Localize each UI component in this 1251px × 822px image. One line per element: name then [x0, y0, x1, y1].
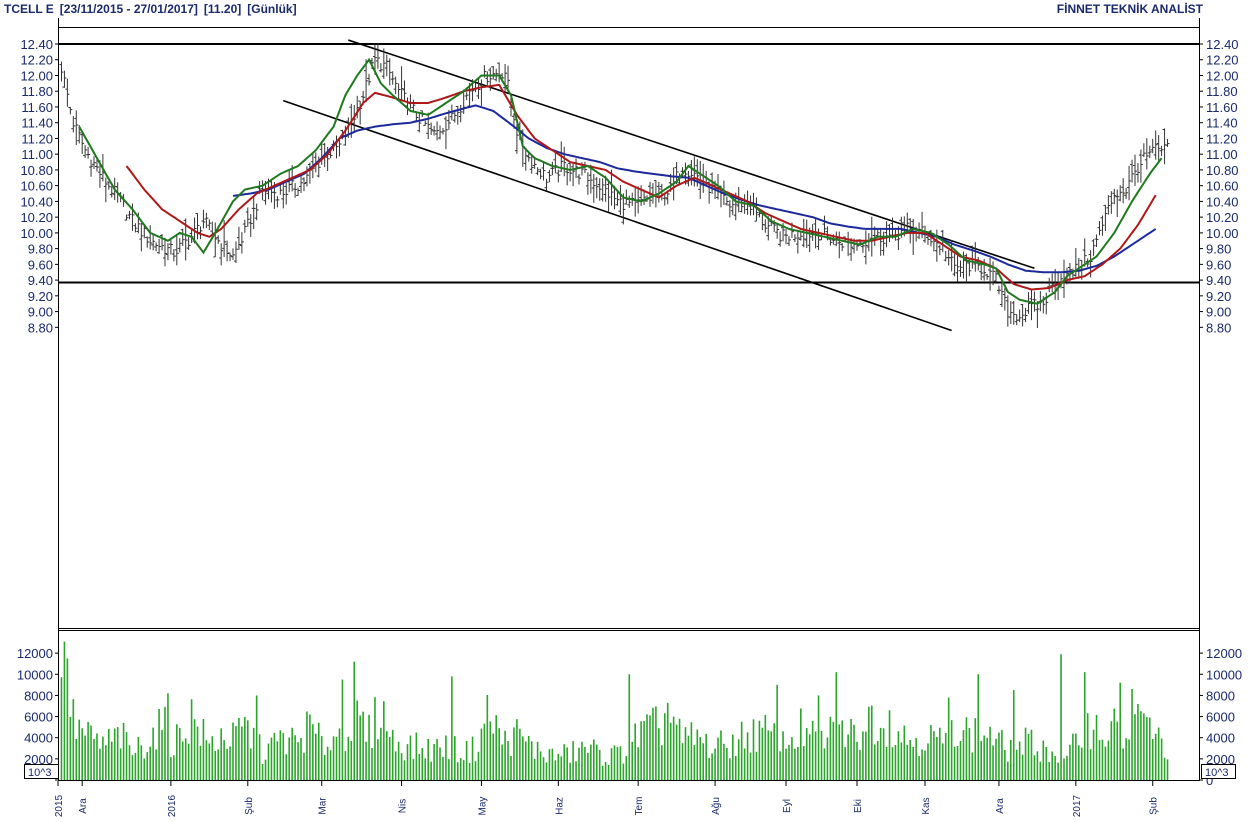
price-tick-label-left: 9.40: [28, 273, 53, 288]
ma-short-line: [78, 57, 1163, 305]
price-tick-label-right: 9.40: [1206, 273, 1231, 288]
price-bars: [59, 42, 1170, 328]
price-tick-label-right: 8.80: [1206, 320, 1231, 335]
moving-averages: [78, 57, 1163, 305]
x-tick-label: Eki: [853, 799, 864, 813]
price-tick-label-left: 9.00: [28, 305, 53, 320]
x-tick-label: 2016: [167, 794, 178, 817]
price-tick-label-left: 10.80: [20, 163, 53, 178]
chart: 12.40 12.4012.20 12.2012.00 12.0011.80 11.80…: [17, 18, 1242, 817]
price-tick-label-left: 11.40: [21, 116, 53, 131]
volume-tick-label-right: 6000: [1206, 710, 1235, 725]
price-tick-label-left: 10.60: [20, 179, 53, 194]
brand-label: FİNNET TEKNİK ANALİST: [1056, 2, 1203, 16]
price-tick-label-left: 8.80: [28, 320, 53, 335]
price-tick-label-right: 9.00: [1206, 305, 1231, 320]
volume-unit-label-left: 10^3: [28, 767, 52, 779]
price-tick-label-right: 11.60: [1206, 100, 1238, 115]
x-tick-label: Mar: [318, 797, 329, 815]
volume-unit-box-left: 10^3: [24, 764, 59, 779]
x-tick-label: Nis: [398, 799, 409, 813]
price-panel-frame: [58, 27, 1200, 629]
x-tick-label: Şub: [1149, 797, 1160, 815]
volume-tick-label-left: 12000: [17, 646, 53, 661]
price-tick-label-right: 9.60: [1206, 257, 1231, 272]
price-tick-label-left: 12.20: [20, 53, 53, 68]
x-tick-label: Ara: [995, 798, 1006, 814]
chart-title: TCELL E [23/11/2015 - 27/01/2017] [11.20] […: [4, 2, 303, 16]
volume-unit-box-right: 10^3: [1201, 764, 1236, 779]
volume-unit-label-right: 10^3: [1205, 767, 1229, 779]
symbol: TCELL E: [4, 2, 54, 16]
volume-tick-label-left: 8000: [24, 688, 53, 703]
price-tick-label-right: 11.80: [1206, 84, 1238, 99]
price-tick-label-left: 9.60: [28, 257, 53, 272]
price-tick-label-left: 10.00: [20, 226, 53, 241]
price-tick-label-left: 9.80: [28, 242, 53, 257]
frames: [58, 18, 1200, 781]
price-tick-label-left: 11.60: [21, 100, 53, 115]
x-tick-label: 2015: [54, 794, 65, 817]
price-tick-label-right: 9.80: [1206, 242, 1231, 257]
price-tick-label-left: 11.80: [21, 84, 53, 99]
price-tick-label-right: 12.20: [1206, 53, 1239, 68]
price-tick-label-right: 10.20: [1206, 210, 1239, 225]
price-tick-label-right: 12.00: [1206, 68, 1239, 83]
x-tick-label: Kas: [921, 797, 932, 814]
date-range: [23/11/2015 - 27/01/2017]: [59, 2, 198, 16]
x-axis: 2015 Ara 2016 Şub Mar Nis May Haz Tem Ağu Eyl Eki Ka…: [54, 781, 1160, 817]
price-tick-label-left: 10.40: [20, 194, 53, 209]
price-tick-label-left: 9.20: [28, 289, 53, 304]
price-tick-label-right: 9.20: [1206, 289, 1231, 304]
price-tick-label-right: 11.40: [1206, 116, 1238, 131]
price-tick-label-right: 10.00: [1206, 226, 1239, 241]
horizontal-levels: [59, 43, 1199, 284]
volume-tick-label-left: 4000: [24, 731, 53, 746]
x-tick-label: Şub: [244, 797, 255, 815]
volume-tick-label-right: 8000: [1206, 688, 1235, 703]
x-tick-label: 2017: [1072, 794, 1083, 817]
price-tick-label-right: 11.00: [1206, 147, 1238, 162]
volume-tick-label-right: 4000: [1206, 731, 1235, 746]
volume-tick-label-right: 12000: [1206, 646, 1242, 661]
x-tick-label: May: [477, 797, 488, 816]
price-tick-label-right: 10.40: [1206, 194, 1239, 209]
volume-bars: [60, 641, 1169, 780]
x-tick-label: Tem: [634, 797, 645, 816]
price-tick-label-right: 11.20: [1206, 131, 1238, 146]
volume-tick-label-left: 6000: [24, 710, 53, 725]
period: [Günlük]: [247, 2, 297, 16]
price-tick-label-left: 11.20: [21, 131, 53, 146]
price-tick-label-right: 12.40: [1206, 37, 1239, 52]
x-tick-label: Eyl: [782, 799, 793, 813]
x-tick-label: Ara: [78, 798, 89, 814]
price-tick-label-left: 12.00: [20, 68, 53, 83]
price-tick-label-left: 10.20: [20, 210, 53, 225]
trend-line: [283, 99, 952, 332]
price-tick-label-right: 10.80: [1206, 163, 1239, 178]
price-tick-label-left: 11.00: [21, 147, 53, 162]
price-tick-label-right: 10.60: [1206, 179, 1239, 194]
volume-tick-label-right: 10000: [1206, 667, 1242, 682]
volume-tick-label-left: 10000: [17, 667, 53, 682]
x-tick-label: Haz: [554, 797, 565, 815]
x-tick-label: Ağu: [711, 797, 722, 815]
price-tick-label-left: 12.40: [20, 37, 53, 52]
last-price: [11.20]: [203, 2, 242, 16]
